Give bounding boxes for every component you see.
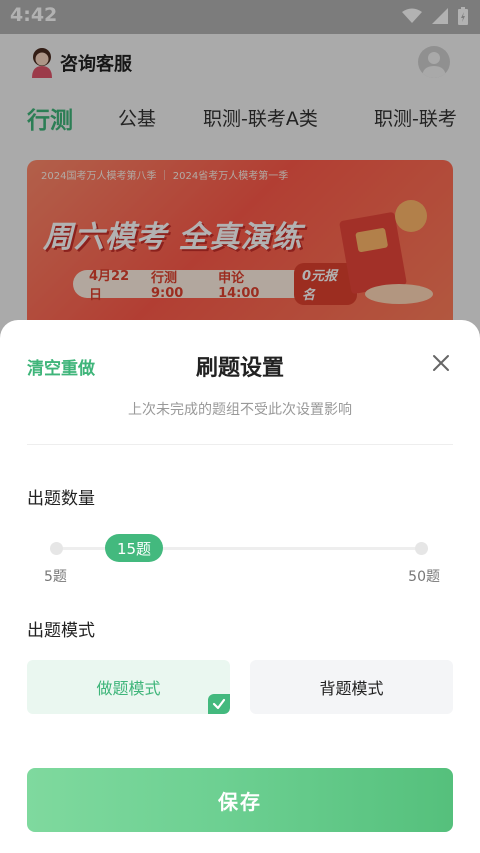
slider-min-label: 5题	[44, 569, 67, 585]
sheet-title: 刷题设置	[195, 356, 284, 381]
question-count-slider[interactable]: 15题	[48, 534, 428, 562]
memorize-mode-label: 背题模式	[319, 679, 384, 698]
divider	[27, 444, 453, 445]
slider-min-dot	[50, 542, 63, 555]
slider-max-dot	[415, 542, 428, 555]
close-icon[interactable]	[428, 350, 454, 376]
selected-check-icon	[208, 694, 230, 714]
settings-hint: 上次未完成的题组不受此次设置影响	[128, 402, 352, 418]
question-mode-label: 出题模式	[27, 621, 95, 641]
slider-thumb[interactable]: 15题	[105, 534, 163, 562]
slider-max-label: 50题	[408, 569, 440, 585]
memorize-mode-option[interactable]: 背题模式	[250, 660, 453, 714]
practice-mode-label: 做题模式	[96, 679, 161, 698]
save-button[interactable]: 保存	[27, 768, 453, 832]
practice-mode-option[interactable]: 做题模式	[27, 660, 230, 714]
practice-settings-sheet: 清空重做 刷题设置 上次未完成的题组不受此次设置影响 出题数量 15题 5题 5…	[0, 320, 480, 853]
question-count-label: 出题数量	[27, 489, 95, 509]
